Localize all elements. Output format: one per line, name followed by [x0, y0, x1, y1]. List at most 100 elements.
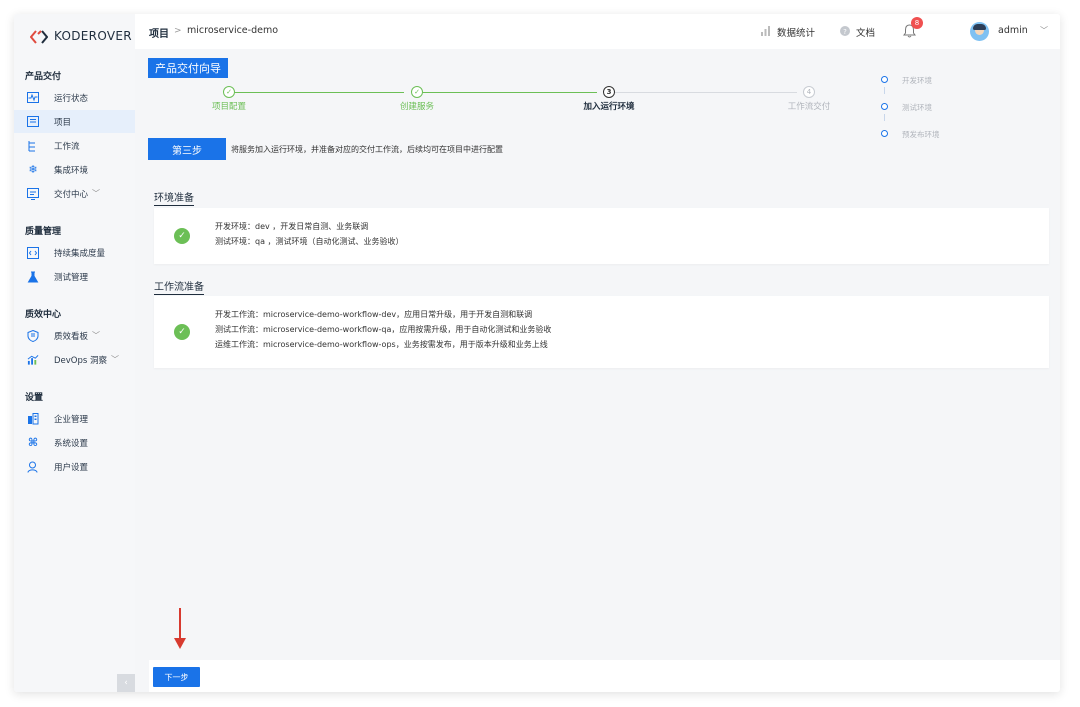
sidebar-item-insight[interactable]: DevOps 洞察 ﹀: [14, 348, 135, 371]
sidebar-item-label: DevOps 洞察: [54, 355, 108, 366]
current-step-tag: 第三步: [148, 138, 226, 160]
env-section-heading: 环境准备: [154, 189, 194, 206]
step-1-label: 项目配置: [211, 102, 247, 112]
delivery-icon: [27, 187, 39, 200]
workflow-icon: [27, 140, 39, 152]
project-icon: [27, 116, 39, 128]
app-window: KODEROVER 产品交付 运行状态 项目 工作流 ❄ 集成环境 交付中心 ﹀ 质量管理 持续集…: [14, 14, 1060, 692]
bar-chart-icon: [760, 25, 771, 39]
step-4-label: 工作流交付: [787, 102, 831, 112]
system-icon: ⌘: [27, 436, 39, 449]
flask-icon: [27, 271, 39, 283]
sidebar-item-system[interactable]: ⌘ 系统设置: [14, 431, 135, 454]
step-3-label: 加入运行环境: [583, 102, 635, 112]
data-stats-label: 数据统计: [777, 28, 816, 39]
next-step-button[interactable]: 下一步: [153, 667, 200, 687]
docs-link[interactable]: ? 文档: [840, 25, 875, 39]
sidebar-item-label: 项目: [54, 117, 72, 128]
env-list-connector: [884, 87, 885, 94]
step-3-marker: 3: [603, 86, 615, 98]
docs-label: 文档: [856, 28, 876, 39]
sidebar-item-label: 系统设置: [54, 438, 89, 449]
env-list-dot: [881, 130, 888, 137]
sidebar-item-label: 企业管理: [54, 414, 89, 425]
building-icon: [27, 412, 39, 425]
sidebar-item-label: 工作流: [54, 141, 80, 152]
step-2-label: 创建服务: [399, 102, 435, 112]
sidebar-section-title: 质效中心: [25, 310, 62, 320]
sidebar-item-label: 测试管理: [54, 272, 89, 283]
sidebar-item-label: 持续集成度量: [54, 248, 106, 259]
sidebar-item-snowflake[interactable]: ❄ 集成环境: [14, 158, 135, 181]
sidebar-item-label: 质效看板: [54, 331, 89, 342]
chevron-down-icon: ﹀: [92, 331, 101, 340]
sidebar: KODEROVER 产品交付 运行状态 项目 工作流 ❄ 集成环境 交付中心 ﹀ 质量管理 持续集…: [14, 14, 135, 692]
data-stats-link[interactable]: 数据统计: [760, 25, 815, 39]
workflow-section-heading: 工作流准备: [154, 278, 204, 295]
sidebar-item-shield[interactable]: 质效看板 ﹀: [14, 324, 135, 347]
koderover-logo-icon: [29, 29, 49, 44]
breadcrumb-root[interactable]: 项目: [149, 25, 169, 40]
env-list-label: 开发环境: [902, 76, 932, 85]
env-line-qa: 测试环境：qa ，测试环境（自动化测试、业务验收）: [215, 237, 404, 246]
sidebar-item-pulse[interactable]: 运行状态: [14, 86, 135, 109]
workflow-card: ✓ 开发工作流：microservice-demo-workflow-dev，应…: [154, 296, 1049, 368]
breadcrumb-separator: >: [174, 26, 182, 36]
chevron-down-icon: ﹀: [92, 189, 101, 198]
main-content: 产品交付向导 ✓ 项目配置 ✓ 创建服务 3 加入运行环境 4 工作流交付 开发环境 测试环境预…: [135, 49, 1060, 692]
env-line-dev: 开发环境：dev ，开发日常自测、业务联调: [215, 222, 369, 231]
step-2-marker: ✓: [411, 86, 423, 98]
shield-icon: [27, 329, 39, 342]
top-header: 项目 > microservice-demo 数据统计 ? 文档 8 admin…: [135, 14, 1060, 49]
user-icon: [27, 461, 39, 473]
logo[interactable]: KODEROVER: [29, 25, 132, 47]
annotation-arrow-head-icon: [174, 638, 186, 649]
pulse-icon: [27, 92, 39, 104]
help-circle-icon: ?: [840, 25, 850, 39]
env-list-label: 测试环境: [902, 103, 932, 112]
stepper-line-3: [609, 92, 797, 93]
chevron-down-icon[interactable]: ﹀: [1040, 25, 1048, 36]
sidebar-section-title: 质量管理: [25, 227, 62, 237]
annotation-arrow-shaft: [179, 608, 181, 640]
workflow-line-dev: 开发工作流：microservice-demo-workflow-dev，应用日…: [215, 310, 533, 319]
logo-text: KODEROVER: [54, 29, 132, 43]
sidebar-section-title: 产品交付: [25, 72, 62, 82]
workflow-line-ops: 运维工作流：microservice-demo-workflow-ops，业务按…: [215, 340, 548, 349]
sidebar-item-label: 用户设置: [54, 462, 89, 473]
sidebar-item-project[interactable]: 项目: [14, 110, 135, 133]
avatar[interactable]: [970, 22, 989, 41]
check-icon: ✓: [174, 324, 190, 340]
env-list-label: 预发布环境: [902, 130, 940, 139]
sidebar-item-delivery[interactable]: 交付中心 ﹀: [14, 182, 135, 205]
sidebar-item-workflow[interactable]: 工作流: [14, 134, 135, 157]
stepper-line-2: [417, 92, 597, 93]
wizard-footer: 下一步: [149, 660, 1060, 692]
sidebar-item-flask[interactable]: 测试管理: [14, 265, 135, 288]
breadcrumb-current: microservice-demo: [187, 25, 279, 36]
svg-text:?: ?: [843, 28, 847, 36]
wizard-title: 产品交付向导: [148, 58, 228, 78]
notification-badge: 8: [911, 17, 923, 29]
sidebar-item-user[interactable]: 用户设置: [14, 455, 135, 478]
sidebar-item-building[interactable]: 企业管理: [14, 407, 135, 430]
workflow-line-qa: 测试工作流：microservice-demo-workflow-qa，应用按需…: [215, 325, 552, 334]
sidebar-item-label: 集成环境: [54, 165, 89, 176]
sidebar-section-title: 设置: [25, 393, 44, 403]
check-icon: ✓: [174, 228, 190, 244]
env-list-dot: [881, 76, 888, 83]
avatar-hair: [973, 24, 986, 30]
env-list-connector: [884, 114, 885, 121]
username[interactable]: admin: [998, 25, 1028, 36]
insight-icon: [27, 354, 39, 366]
collapse-sidebar-button[interactable]: ‹: [117, 674, 135, 692]
env-card: ✓ 开发环境：dev ，开发日常自测、业务联调 测试环境：qa ，测试环境（自动…: [154, 208, 1049, 264]
code-icon: [27, 246, 39, 259]
snowflake-icon: ❄: [28, 163, 38, 176]
step-1-marker: ✓: [223, 86, 235, 98]
sidebar-item-label: 交付中心: [54, 189, 89, 200]
sidebar-item-label: 运行状态: [54, 93, 89, 104]
sidebar-item-code[interactable]: 持续集成度量: [14, 241, 135, 264]
stepper-line-1: [229, 92, 404, 93]
env-list-dot: [881, 103, 888, 110]
